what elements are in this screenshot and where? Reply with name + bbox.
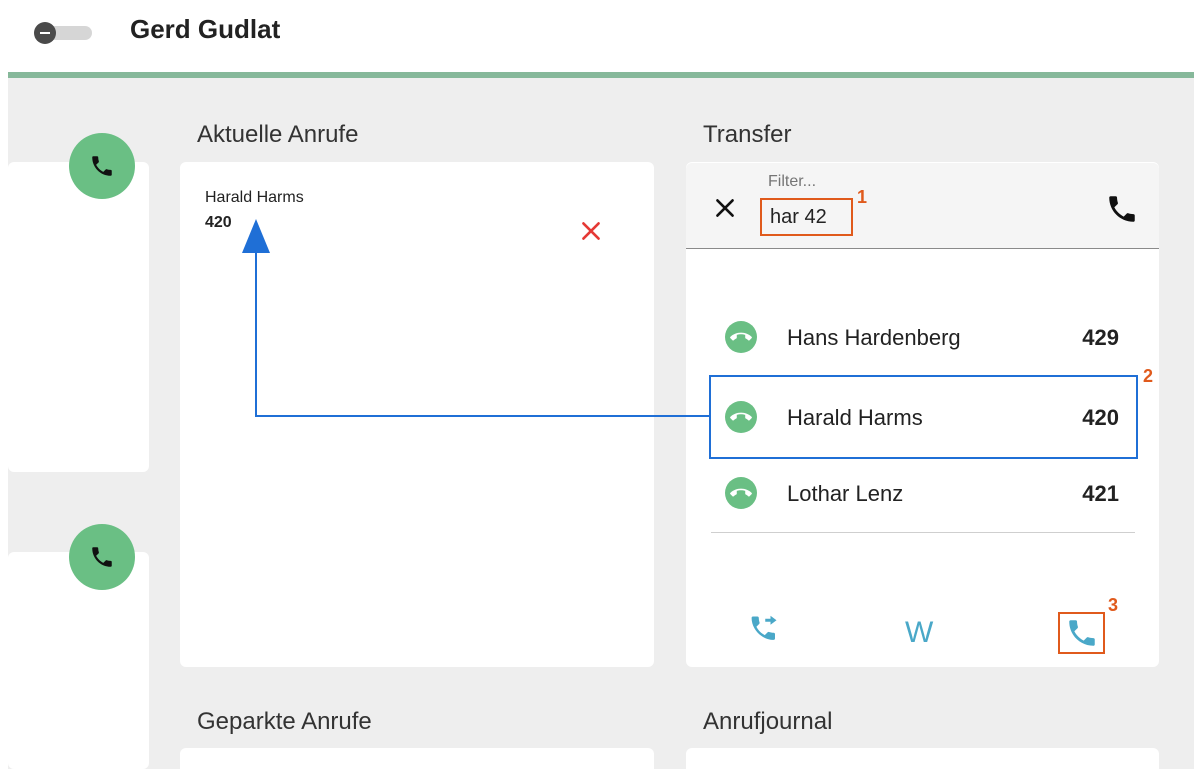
parked-calls-card — [180, 748, 654, 769]
selected-contact-highlight — [709, 375, 1138, 459]
phone-icon[interactable] — [1065, 616, 1099, 650]
current-call-number: 420 — [205, 214, 232, 231]
filter-bar — [686, 163, 1159, 249]
contact-number: 421 — [1082, 481, 1119, 506]
contact-name: Lothar Lenz — [787, 481, 904, 506]
status-toggle[interactable] — [34, 22, 92, 44]
annotation-badge-2: 2 — [1143, 366, 1154, 386]
current-calls-title: Aktuelle Anrufe — [197, 121, 359, 148]
contact-row[interactable]: Hans Hardenberg 429 — [711, 302, 1135, 372]
annotation-badge-3: 3 — [1108, 595, 1119, 615]
hangup-icon — [725, 321, 757, 353]
top-bar: Gerd Gudlat — [0, 0, 1194, 72]
user-name: Gerd Gudlat — [130, 14, 281, 44]
call-transfer-icon[interactable] — [748, 612, 784, 648]
filter-input[interactable]: har 42 — [760, 198, 853, 236]
journal-title: Anrufjournal — [703, 708, 833, 735]
contact-name: Hans Hardenberg — [787, 325, 961, 350]
list-divider — [711, 532, 1135, 533]
transfer-title: Transfer — [703, 121, 792, 148]
current-call-name: Harald Harms — [205, 189, 304, 206]
journal-card — [686, 748, 1159, 769]
w-button[interactable]: W — [905, 616, 933, 650]
close-icon[interactable] — [712, 195, 738, 221]
phone-icon — [92, 156, 112, 176]
annotation-badge-1: 1 — [857, 187, 868, 207]
phone-icon — [92, 547, 112, 567]
left-panel-card-bottom — [8, 552, 149, 769]
phone-icon[interactable] — [1105, 192, 1139, 226]
call-button-bottom[interactable] — [69, 524, 135, 590]
contact-row[interactable]: Lothar Lenz 421 — [711, 458, 1135, 528]
call-button-top[interactable] — [69, 133, 135, 199]
hangup-icon — [725, 477, 757, 509]
close-icon[interactable] — [578, 218, 604, 244]
left-panel-card-top — [8, 162, 149, 472]
filter-label: Filter... — [768, 173, 817, 190]
toggle-knob — [34, 22, 56, 44]
parked-calls-title: Geparkte Anrufe — [197, 708, 372, 735]
contact-number: 429 — [1082, 325, 1119, 350]
